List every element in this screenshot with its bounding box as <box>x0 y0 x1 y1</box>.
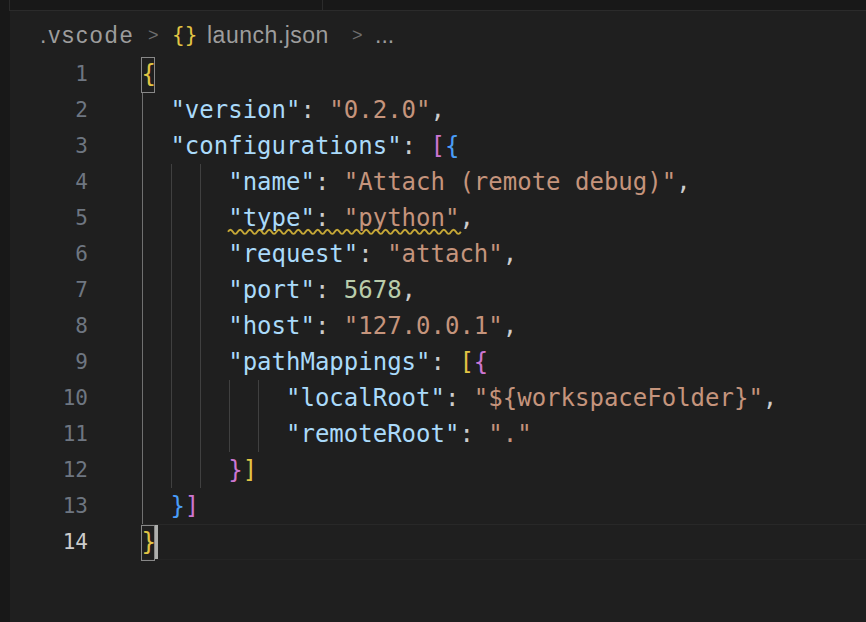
token <box>142 204 229 232</box>
token: "localRoot" <box>142 384 445 412</box>
tab-separator-right <box>322 0 323 10</box>
code-line-9[interactable]: "pathMappings": [{ <box>142 344 489 380</box>
code-line-row-5[interactable]: 5 "type": "python", <box>0 200 866 236</box>
tab-separator-left <box>9 0 10 10</box>
bracket-match-box-close <box>141 525 156 561</box>
token: : <box>315 276 344 304</box>
bracket-match-box-open <box>141 57 156 93</box>
code-line-6[interactable]: "request": "attach", <box>142 236 518 272</box>
json-file-icon: {} <box>172 20 197 50</box>
token: : <box>430 348 459 376</box>
code-line-row-13[interactable]: 13 }] <box>0 488 866 524</box>
code-line-row-9[interactable]: 9 "pathMappings": [{ <box>0 344 866 380</box>
token: "attach" <box>387 240 503 268</box>
code-line-4[interactable]: "name": "Attach (remote debug)", <box>142 164 691 200</box>
token: "${workspaceFolder}" <box>474 384 763 412</box>
token: "name" <box>142 168 315 196</box>
token: [ <box>459 348 473 376</box>
code-line-row-8[interactable]: 8 "host": "127.0.0.1", <box>0 308 866 344</box>
token: { <box>474 348 488 376</box>
token: "127.0.0.1" <box>344 312 503 340</box>
token: "host" <box>142 312 315 340</box>
code-line-row-3[interactable]: 3 "configurations": [{ <box>0 128 866 164</box>
token: : <box>300 96 329 124</box>
token: "pathMappings" <box>142 348 431 376</box>
token: , <box>503 312 517 340</box>
token: "configurations" <box>142 132 402 160</box>
warning-squiggle-region: "type": "python" <box>228 200 459 236</box>
line-number-8[interactable]: 8 <box>0 308 88 344</box>
token: : <box>315 168 344 196</box>
code-line-10[interactable]: "localRoot": "${workspaceFolder}", <box>142 380 778 416</box>
warning-squiggle <box>228 227 460 234</box>
code-line-row-14[interactable]: 14} <box>0 524 866 560</box>
code-line-11[interactable]: "remoteRoot": "." <box>142 416 532 452</box>
line-number-11[interactable]: 11 <box>0 416 88 452</box>
breadcrumb-file[interactable]: launch.json <box>207 20 329 50</box>
line-number-6[interactable]: 6 <box>0 236 88 272</box>
code-line-2[interactable]: "version": "0.2.0", <box>142 92 445 128</box>
text-cursor <box>155 525 158 559</box>
token: : <box>315 312 344 340</box>
token: , <box>459 204 473 232</box>
token: "remoteRoot" <box>142 420 460 448</box>
code-line-7[interactable]: "port": 5678, <box>142 272 417 308</box>
code-line-row-10[interactable]: 10 "localRoot": "${workspaceFolder}", <box>0 380 866 416</box>
code-line-row-1[interactable]: 1{ <box>0 56 866 92</box>
code-line-12[interactable]: }] <box>142 452 258 488</box>
line-number-10[interactable]: 10 <box>0 380 88 416</box>
token: "Attach (remote debug)" <box>344 168 676 196</box>
line-number-12[interactable]: 12 <box>0 452 88 488</box>
code-line-row-7[interactable]: 7 "port": 5678, <box>0 272 866 308</box>
line-number-1[interactable]: 1 <box>0 56 88 92</box>
code-line-row-12[interactable]: 12 }] <box>0 452 866 488</box>
token: } <box>228 456 242 484</box>
line-number-2[interactable]: 2 <box>0 92 88 128</box>
line-number-7[interactable]: 7 <box>0 272 88 308</box>
tab-bar <box>0 0 866 10</box>
code-line-3[interactable]: "configurations": [{ <box>142 128 460 164</box>
token: : <box>358 240 387 268</box>
token: 5678 <box>344 276 402 304</box>
line-number-13[interactable]: 13 <box>0 488 88 524</box>
token: } <box>170 492 184 520</box>
token: , <box>402 276 416 304</box>
token: "version" <box>142 96 301 124</box>
code-line-row-6[interactable]: 6 "request": "attach", <box>0 236 866 272</box>
line-number-4[interactable]: 4 <box>0 164 88 200</box>
token: "0.2.0" <box>329 96 430 124</box>
token: : <box>445 384 474 412</box>
code-line-row-2[interactable]: 2 "version": "0.2.0", <box>0 92 866 128</box>
token <box>142 456 229 484</box>
breadcrumb-ellipsis[interactable]: ... <box>375 20 394 50</box>
code-line-row-4[interactable]: 4 "name": "Attach (remote debug)", <box>0 164 866 200</box>
token: , <box>503 240 517 268</box>
token: "port" <box>142 276 315 304</box>
breadcrumb-folder[interactable]: .vscode <box>40 20 135 50</box>
token: [ <box>431 132 445 160</box>
token: ] <box>185 492 199 520</box>
token: "." <box>488 420 531 448</box>
breadcrumb-separator-1: > <box>148 20 159 50</box>
token: { <box>445 132 459 160</box>
token: : <box>402 132 431 160</box>
token: : <box>459 420 488 448</box>
token: , <box>431 96 445 124</box>
code-line-8[interactable]: "host": "127.0.0.1", <box>142 308 518 344</box>
line-number-3[interactable]: 3 <box>0 128 88 164</box>
breadcrumb: .vscode > {} launch.json > ... <box>0 20 866 50</box>
code-line-row-11[interactable]: 11 "remoteRoot": "." <box>0 416 866 452</box>
line-number-9[interactable]: 9 <box>0 344 88 380</box>
token <box>142 492 171 520</box>
code-line-13[interactable]: }] <box>142 488 200 524</box>
code-line-5[interactable]: "type": "python", <box>142 200 474 236</box>
line-number-14[interactable]: 14 <box>0 524 88 560</box>
token: "request" <box>142 240 359 268</box>
token: ] <box>243 456 257 484</box>
token: , <box>676 168 690 196</box>
token: , <box>763 384 777 412</box>
breadcrumb-separator-2: > <box>352 20 363 50</box>
line-number-5[interactable]: 5 <box>0 200 88 236</box>
